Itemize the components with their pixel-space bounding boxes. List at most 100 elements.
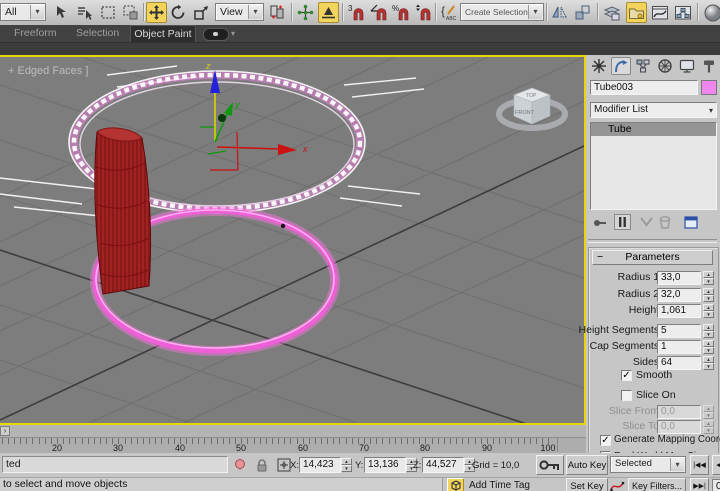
radius2-spinner[interactable]: ▲▼ [703,288,714,302]
key-tangent-icon[interactable] [610,479,625,491]
height-segments-label: Height Segments: [579,324,662,336]
add-time-tag[interactable]: Add Time Tag [469,480,530,491]
remove-modifier-icon[interactable] [658,215,672,230]
make-unique-icon[interactable] [639,216,654,230]
height-field[interactable]: 1,061 [657,304,701,318]
select-and-scale-icon[interactable] [191,2,212,23]
select-by-name-icon[interactable] [74,2,95,23]
radius1-label: Radius 1: [618,271,662,283]
viewcube-front-label: FRONT [515,110,535,116]
time-slider-handle[interactable]: › [0,426,10,436]
x-coord-spinner[interactable]: ▲▼ [341,458,352,472]
x-coord-field[interactable]: 14,423 [299,457,341,473]
tab-object-paint[interactable]: Object Paint [130,25,196,42]
window-crossing-icon[interactable] [120,2,141,23]
height-spinner[interactable]: ▲▼ [703,304,714,318]
previous-frame-button[interactable]: ◀ [712,455,720,475]
material-editor-icon[interactable] [702,2,720,23]
param-row: Height: 1,061 ▲▼ [589,304,720,320]
current-frame-field[interactable]: 0 [712,479,720,491]
modifier-list-dropdown[interactable]: Modifier List ▾ [590,102,717,118]
gizmo-x-axis[interactable] [217,147,280,149]
timeline-ruler-ticks[interactable] [0,438,557,453]
tab-modify-icon[interactable] [611,57,631,75]
layer-manager-icon[interactable] [601,2,622,23]
mirror-icon[interactable] [549,2,570,23]
smooth-checkbox[interactable]: ✓ [621,370,632,381]
angle-snap-icon[interactable] [369,2,390,23]
smooth-label: Smooth [636,369,672,381]
perspective-viewport[interactable]: x y z TOP FRONT + Edged Faces ] [0,55,586,425]
select-and-rotate-icon[interactable] [168,2,189,23]
parameters-rollout-header[interactable]: −Parameters [592,250,713,265]
z-coord-field[interactable]: 44,527 [422,457,464,473]
spinner-snap-icon[interactable] [413,2,434,23]
status-message-field[interactable]: ted [2,456,228,473]
tab-freeform[interactable]: Freeform [14,25,57,41]
tab-create-icon[interactable] [589,57,609,75]
use-pivot-point-center-icon[interactable] [266,2,287,23]
go-to-start-button[interactable]: |◀◀ [690,455,709,475]
modifier-stack[interactable]: Tube [590,122,717,210]
tab-hierarchy-icon[interactable] [633,57,653,75]
object-name-field[interactable]: Tube003 [590,80,698,95]
param-row: Slice From: 0,0 ▲▼ [589,405,720,421]
set-key-button[interactable]: Set Key [566,478,608,491]
tab-display-icon[interactable] [677,57,697,75]
cap-segments-spinner[interactable]: ▲▼ [703,340,714,354]
slice-on-checkbox[interactable] [621,390,632,401]
set-keys-button[interactable] [536,455,564,475]
select-and-manipulate-button[interactable] [318,2,339,23]
height-segments-spinner[interactable]: ▲▼ [703,324,714,338]
key-filters-button[interactable]: Key Filters... [628,478,686,491]
time-tag-cube-icon[interactable] [447,478,464,491]
schematic-view-icon[interactable] [672,2,693,23]
cap-segments-field[interactable]: 1 [657,340,701,354]
cylinder-object[interactable] [95,128,151,294]
auto-key-button[interactable]: Auto Key [566,455,608,475]
tab-motion-icon[interactable] [655,57,675,75]
radius1-spinner[interactable]: ▲▼ [703,271,714,285]
show-end-result-button[interactable] [614,214,631,230]
tab-selection[interactable]: Selection [76,25,119,41]
status-row-1: ted X: 14,423 ▲▼ Y: 13,136 ▲▼ Z: 44,527 … [0,453,720,478]
sides-field[interactable]: 64 [657,356,701,370]
use-selection-center-icon[interactable] [295,2,316,23]
y-coord-field[interactable]: 13,136 [364,457,406,473]
go-to-end-button[interactable]: ▶▶| [690,478,709,491]
snap-toggle-3d-icon[interactable]: 3 [346,2,367,23]
selection-filter-dropdown[interactable]: All▾ [0,3,46,21]
pin-stack-icon[interactable] [592,215,608,231]
curve-editor-icon[interactable] [649,2,670,23]
select-and-move-button[interactable] [146,2,167,23]
reference-coordinate-dropdown[interactable]: View▾ [215,3,264,21]
z-coord-label: Z: [413,460,421,471]
modifier-stack-item-tube[interactable]: Tube [591,123,716,136]
radius2-field[interactable]: 32,0 [657,288,701,302]
object-color-swatch[interactable] [701,80,717,95]
selection-set-filter-dropdown[interactable]: Selected▾ [610,456,686,473]
select-object-icon[interactable] [50,2,71,23]
generate-mapping-checkbox[interactable]: ✓ [600,435,611,446]
selection-lock-icon[interactable] [254,457,270,473]
percent-snap-icon[interactable]: % [391,2,412,23]
time-slider-track[interactable]: › [0,425,586,438]
height-segments-field[interactable]: 5 [657,324,701,338]
sides-spinner[interactable]: ▲▼ [703,356,714,370]
generate-mapping-label: Generate Mapping Coords. [614,434,720,445]
toolbar-separator [342,3,344,21]
scene-explorer-toggle-button[interactable] [626,2,647,23]
tab-utilities-icon[interactable] [699,57,719,75]
rectangular-selection-icon[interactable] [98,2,119,23]
configure-modifier-sets-icon[interactable] [683,215,699,230]
keyboard-override-icon[interactable]: {ABC [439,2,460,23]
align-icon[interactable] [572,2,593,23]
radius1-field[interactable]: 33,0 [657,271,701,285]
viewcube[interactable]: TOP FRONT [499,88,565,128]
ribbon-minimize-icon[interactable] [203,28,229,41]
toolbar-separator [597,3,599,21]
chevron-down-icon[interactable]: ▾ [231,29,235,38]
isolate-selection-icon[interactable] [232,457,248,473]
viewport-label[interactable]: + Edged Faces ] [8,65,88,77]
named-selection-sets-dropdown[interactable]: Create Selection Se▾ [460,3,544,21]
